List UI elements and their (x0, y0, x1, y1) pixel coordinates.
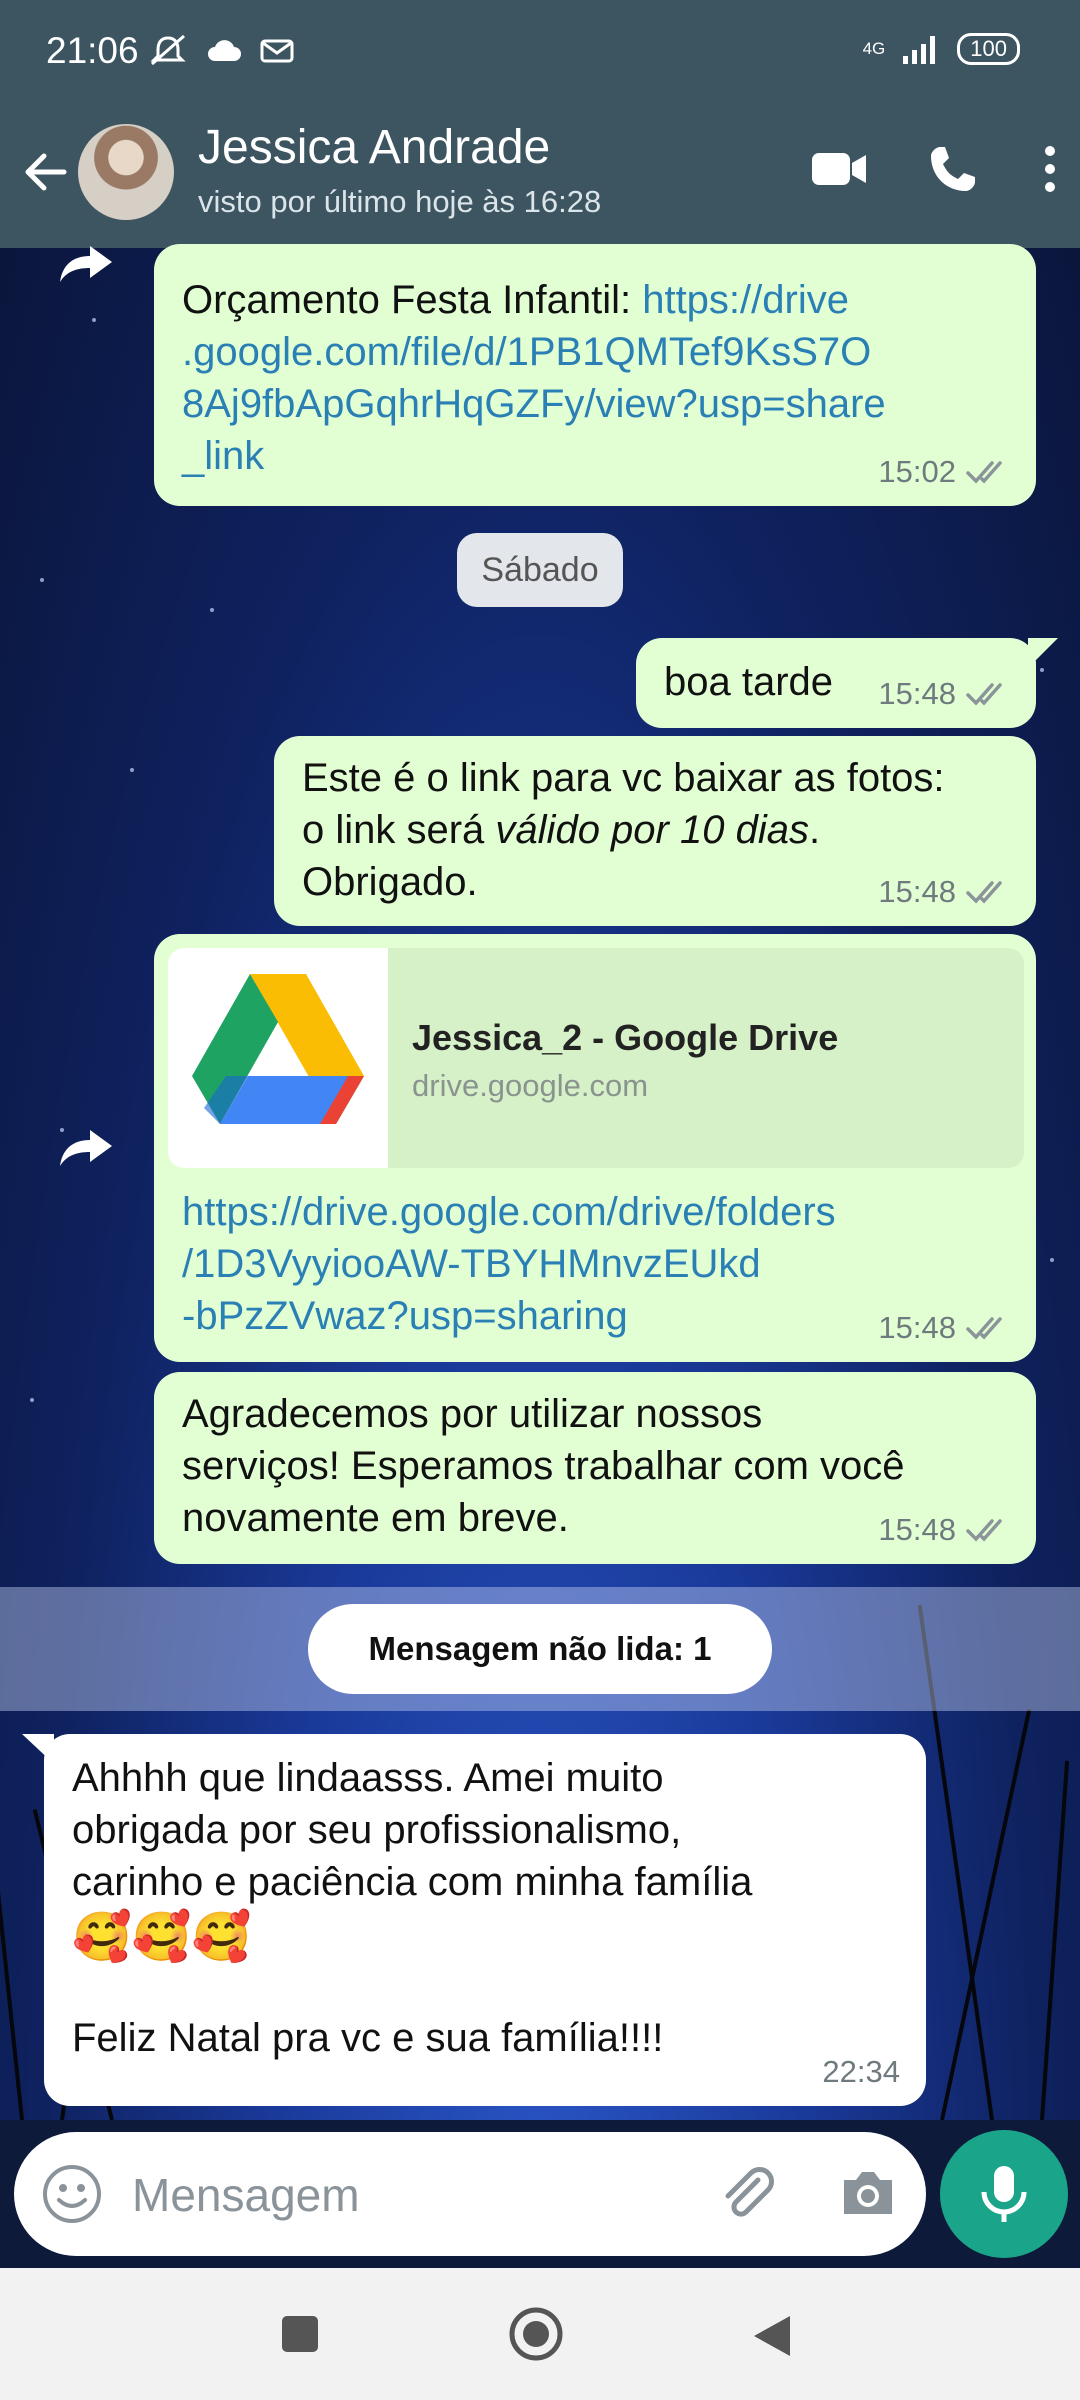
message-bubble-outgoing[interactable]: Jessica_2 - Google Drive drive.google.co… (154, 934, 1036, 1362)
message-meta: 22:34 (822, 2046, 900, 2098)
cloud-icon (208, 40, 241, 61)
chat-header: Jessica Andrade visto por último hoje às… (0, 104, 1080, 248)
forward-icon[interactable] (58, 1128, 114, 1168)
emoji-icon[interactable] (40, 2162, 104, 2226)
bubble-tail (1028, 638, 1058, 668)
back-icon[interactable] (750, 2312, 794, 2360)
forward-icon[interactable] (58, 244, 114, 284)
email-icon (260, 39, 294, 63)
grass-blade (940, 1708, 1032, 2120)
double-check-icon (966, 461, 1002, 484)
mute-icon (150, 34, 186, 66)
message-input-bar[interactable]: Mensagem (14, 2132, 926, 2256)
message-meta: 15:48 (878, 1302, 1010, 1354)
mic-button[interactable] (940, 2130, 1068, 2258)
message-text: boa tarde (664, 660, 834, 704)
message-link[interactable]: _link (182, 430, 886, 482)
message-text: Orçamento Festa Infantil: https://drive … (182, 274, 886, 482)
star (30, 1398, 34, 1402)
unread-count-chip: Mensagem não lida: 1 (308, 1604, 772, 1694)
grass-blade (0, 1662, 24, 2120)
signal-icon (903, 36, 936, 64)
double-check-icon (966, 881, 1002, 904)
double-check-icon (966, 683, 1002, 706)
day-separator: Sábado (457, 533, 623, 607)
status-notification-icons (148, 34, 296, 68)
message-meta: 15:48 (878, 668, 1010, 720)
grass-blade (1040, 1760, 1070, 2120)
message-emojis: 🥰🥰🥰 (72, 1911, 252, 1964)
phone-icon[interactable] (928, 144, 978, 199)
double-check-icon (966, 1519, 1002, 1542)
message-meta: 15:48 (878, 1504, 1010, 1556)
last-seen: visto por último hoje às 16:28 (198, 184, 602, 219)
message-link[interactable]: -bPzZVwaz?usp=sharing (182, 1290, 836, 1342)
star (92, 318, 96, 322)
battery-indicator: 100 (957, 33, 1020, 65)
link-preview-card[interactable]: Jessica_2 - Google Drive drive.google.co… (168, 948, 1024, 1168)
message-text: Ahhhh que lindaasss. Amei muito obrigada… (72, 1756, 753, 2060)
video-call-icon[interactable] (810, 149, 868, 194)
star (40, 578, 44, 582)
header-actions (810, 144, 1080, 199)
more-options-icon[interactable] (1040, 144, 1060, 199)
message-meta: 15:02 (878, 446, 1010, 498)
star (210, 608, 214, 612)
message-link[interactable]: .google.com/file/d/1PB1QMTef9KsS7O (182, 326, 886, 378)
status-right: 4G 100 (863, 32, 1020, 66)
star (130, 768, 134, 772)
message-bubble-outgoing[interactable]: Este é o link para vc baixar as fotos: o… (274, 736, 1036, 926)
status-time: 21:06 (46, 30, 139, 71)
status-bar: 21:06 4G 100 (0, 0, 1080, 104)
message-time: 15:02 (878, 454, 956, 489)
back-arrow-icon[interactable] (18, 144, 74, 200)
message-time: 15:48 (878, 874, 956, 909)
message-time: 15:48 (878, 676, 956, 711)
message-link[interactable]: https://drive.google.com/drive/folders (182, 1186, 836, 1238)
message-text: Este é o link para vc baixar as fotos: o… (302, 756, 945, 904)
message-time: 22:34 (822, 2054, 900, 2089)
message-time: 15:48 (878, 1310, 956, 1345)
message-link[interactable]: /1D3VyyiooAW-TBYHMnvzEUkd (182, 1238, 836, 1290)
network-label: 4G (862, 39, 886, 58)
system-nav-bar (0, 2268, 1080, 2400)
double-check-icon (966, 1317, 1002, 1340)
home-icon[interactable] (508, 2306, 564, 2362)
message-link[interactable]: 8Aj9fbApGqhrHqGZFy/view?usp=share (182, 378, 886, 430)
google-drive-icon (192, 974, 364, 1124)
star (1040, 668, 1044, 672)
attach-icon[interactable] (714, 2162, 778, 2226)
message-input[interactable]: Mensagem (132, 2168, 360, 2222)
link-preview-title: Jessica_2 - Google Drive (412, 1017, 839, 1058)
mic-icon (981, 2166, 1027, 2222)
recents-icon[interactable] (278, 2312, 322, 2356)
message-link[interactable]: https://drive (642, 278, 849, 322)
contact-avatar[interactable] (78, 124, 174, 220)
message-meta: 15:48 (878, 866, 1010, 918)
message-bubble-outgoing[interactable]: Orçamento Festa Infantil: https://drive … (154, 244, 1036, 506)
link-preview-thumbnail (168, 948, 388, 1168)
message-time: 15:48 (878, 1512, 956, 1547)
message-bubble-outgoing[interactable]: Agradecemos por utilizar nossos serviços… (154, 1372, 1036, 1564)
contact-name[interactable]: Jessica Andrade (198, 120, 550, 175)
star (1050, 1258, 1054, 1262)
message-bubble-incoming[interactable]: Ahhhh que lindaasss. Amei muito obrigada… (44, 1734, 926, 2106)
camera-icon[interactable] (836, 2162, 900, 2226)
message-text: https://drive.google.com/drive/folders /… (182, 1186, 836, 1342)
message-text: Agradecemos por utilizar nossos serviços… (182, 1392, 905, 1540)
link-preview-domain: drive.google.com (412, 1068, 649, 1103)
message-bubble-outgoing[interactable]: boa tarde 15:48 (636, 638, 1036, 728)
